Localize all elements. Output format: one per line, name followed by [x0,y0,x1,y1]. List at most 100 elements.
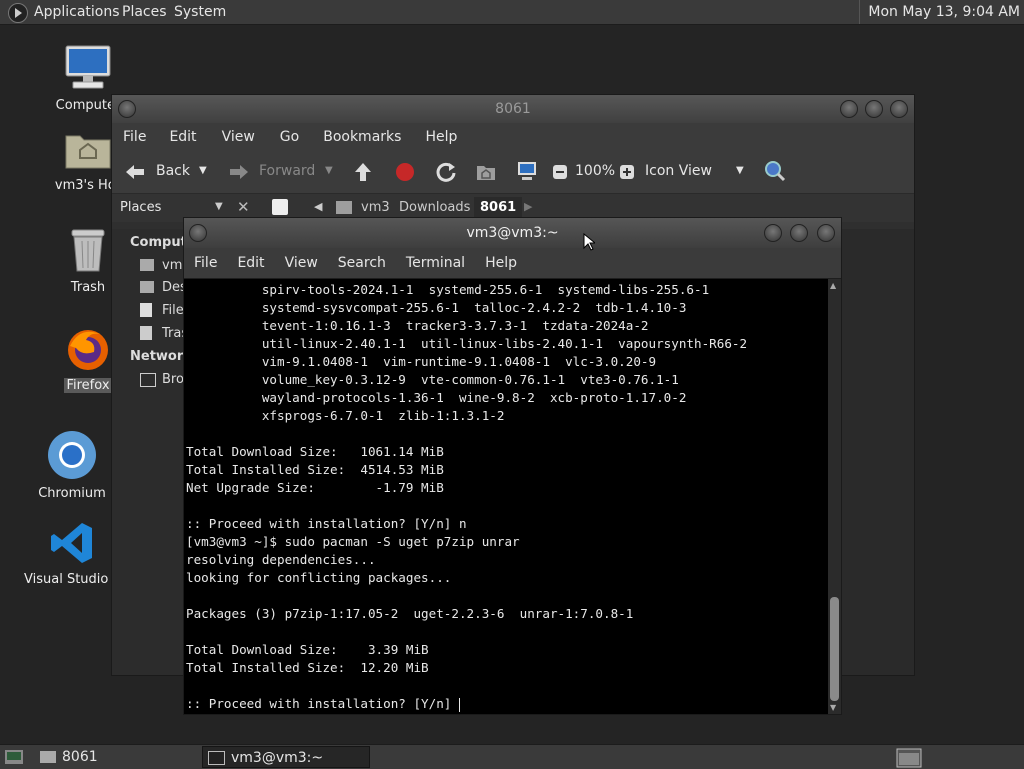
terminal-cursor [458,697,460,712]
desktop-folder-icon [140,281,154,293]
reload-icon[interactable] [435,161,457,183]
terminal-output[interactable]: spirv-tools-2024.1-1 systemd-255.6-1 sys… [184,279,827,714]
system-menu[interactable]: System [174,4,226,20]
menu-terminal[interactable]: Terminal [406,255,465,271]
applications-menu[interactable]: Applications [34,4,120,20]
forward-button[interactable]: Forward [259,163,315,179]
terminal-line: Total Download Size: 1061.14 MiB [186,444,444,459]
back-arrow-icon[interactable] [124,163,146,181]
menu-view[interactable]: View [285,255,318,271]
menu-view[interactable]: View [222,129,255,145]
maximize-button[interactable] [865,100,883,118]
up-arrow-icon[interactable] [353,161,373,183]
taskbar-item-file-manager[interactable]: 8061 [36,746,196,768]
search-icon[interactable] [764,160,786,182]
back-button[interactable]: Back [156,163,190,179]
computer-icon [65,45,111,89]
network-icon [140,373,156,387]
terminal-line: Packages (3) p7zip-1:17.05-2 uget-2.2.3-… [186,606,634,621]
trash-icon [71,229,105,272]
breadcrumb-current[interactable]: 8061 [474,197,523,217]
side-pane-select[interactable]: Places [120,200,161,215]
workspace-switcher-icon[interactable] [896,748,922,768]
minimize-button[interactable] [764,224,782,242]
scroll-down-arrow-icon[interactable]: ▼ [830,703,836,712]
desktop-icon-vscode[interactable]: Visual Studio Co [22,520,130,587]
forward-arrow-icon[interactable] [228,163,250,181]
scroll-up-arrow-icon[interactable]: ▲ [830,281,836,290]
home-folder-icon [336,201,352,214]
close-button[interactable] [817,224,835,242]
back-history-chevron-icon[interactable]: ▼ [199,165,207,176]
distro-logo-icon[interactable] [8,3,28,23]
home-folder-icon [140,259,154,271]
crumb-right-arrow-icon[interactable]: ▶ [524,200,532,213]
side-pane-chevron-icon[interactable]: ▼ [215,201,223,212]
drive-icon [140,303,152,317]
terminal-line: util-linux-2.40.1-1 util-linux-libs-2.40… [186,336,748,351]
edit-location-icon[interactable] [272,199,288,215]
desktop-icon-label: Chromium [38,486,106,501]
terminal-line: looking for conflicting packages... [186,570,452,585]
terminal-line: [vm3@vm3 ~]$ sudo pacman -S uget p7zip u… [186,534,520,549]
menu-file[interactable]: File [194,255,217,271]
view-mode-select[interactable]: Icon View [645,163,712,179]
terminal-line: vim-9.1.0408-1 vim-runtime-9.1.0408-1 vl… [186,354,657,369]
clock[interactable]: Mon May 13, 9:04 AM [859,0,1020,24]
terminal-line: resolving dependencies... [186,552,376,567]
terminal-titlebar[interactable]: vm3@vm3:~ [184,218,841,248]
terminal-line: Total Download Size: 3.39 MiB [186,642,429,657]
terminal-line: Total Installed Size: 12.20 MiB [186,660,429,675]
desktop-icon-label: Trash [70,280,106,295]
stop-icon[interactable] [395,162,415,182]
window-menu-button[interactable] [189,224,207,242]
forward-history-chevron-icon[interactable]: ▼ [325,165,333,176]
terminal-scrollbar[interactable]: ▲ ▼ [828,279,841,714]
file-manager-titlebar[interactable]: 8061 [112,95,914,123]
close-side-pane-icon[interactable]: ✕ [237,198,250,216]
taskbar-item-terminal[interactable]: vm3@vm3:~ [202,746,370,768]
zoom-in-icon[interactable] [619,164,635,180]
show-desktop-icon[interactable] [4,749,24,765]
file-manager-menubar: File Edit View Go Bookmarks Help [112,123,914,151]
crumb-left-arrow-icon[interactable]: ◀ [314,200,322,213]
close-button[interactable] [890,100,908,118]
menu-help[interactable]: Help [425,129,457,145]
maximize-button[interactable] [790,224,808,242]
terminal-text: spirv-tools-2024.1-1 systemd-255.6-1 sys… [184,281,747,713]
menu-bookmarks[interactable]: Bookmarks [323,129,401,145]
scrollbar-thumb[interactable] [830,597,839,701]
menu-search[interactable]: Search [338,255,386,271]
terminal-line: Net Upgrade Size: -1.79 MiB [186,480,444,495]
zoom-level[interactable]: 100% [575,163,615,179]
menu-edit[interactable]: Edit [237,255,264,271]
terminal-line: :: Proceed with installation? [Y/n] [186,696,460,712]
top-panel: Applications Places System Mon May 13, 9… [0,0,1024,25]
menu-help[interactable]: Help [485,255,517,271]
window-title: vm3@vm3:~ [466,225,559,241]
window-menu-button[interactable] [118,100,136,118]
home-icon[interactable] [475,161,497,183]
menu-go[interactable]: Go [280,129,299,145]
breadcrumb-vm3[interactable]: vm3 [361,200,390,215]
file-manager-toolbar: Back ▼ Forward ▼ 100% Icon View ▼ [112,151,914,194]
minimize-button[interactable] [840,100,858,118]
firefox-icon [68,330,108,370]
breadcrumb-downloads[interactable]: Downloads [399,200,470,215]
menu-file[interactable]: File [123,129,146,145]
home-folder-icon [65,135,111,169]
places-menu[interactable]: Places [122,4,167,20]
view-mode-chevron-icon[interactable]: ▼ [736,165,744,176]
taskbar-label: 8061 [62,749,98,765]
computer-icon[interactable] [516,160,538,182]
menu-edit[interactable]: Edit [169,129,196,145]
zoom-out-icon[interactable] [552,164,568,180]
desktop-icon-chromium[interactable]: Chromium [22,430,122,501]
terminal-line: :: Proceed with installation? [Y/n] n [186,516,467,531]
chromium-icon [48,431,96,479]
